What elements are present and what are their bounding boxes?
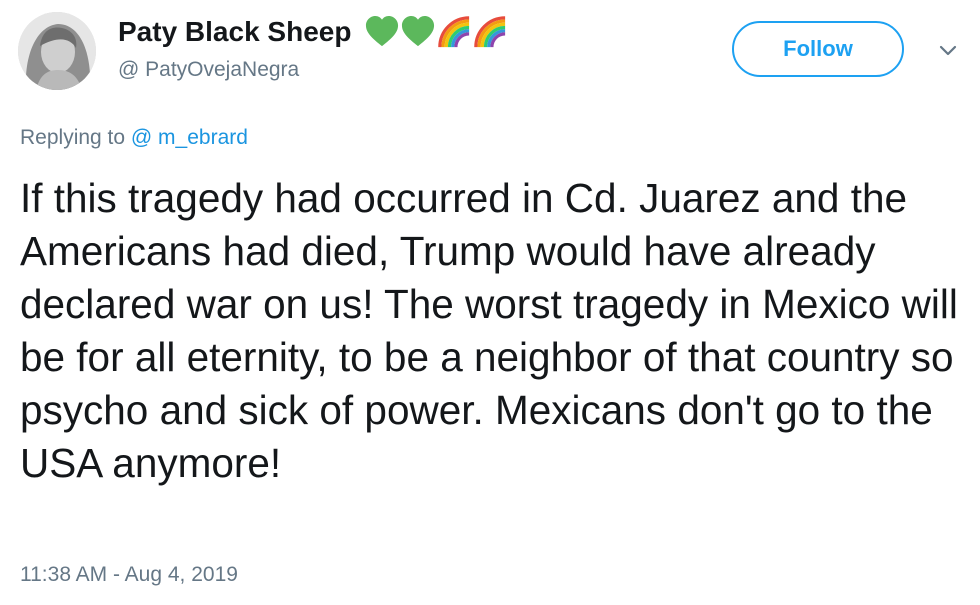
green-heart-icon [366, 15, 399, 46]
avatar-portrait-icon [18, 12, 96, 90]
chevron-down-icon[interactable] [936, 38, 960, 62]
follow-button[interactable]: Follow [732, 21, 904, 77]
rainbow-icon [438, 15, 470, 47]
replying-to-label: Replying to [20, 126, 126, 149]
replying-to-line: Replying to @ m_ebrard [20, 124, 248, 152]
tweet-timestamp[interactable]: 11:38 AM - Aug 4, 2019 [20, 561, 238, 589]
author-emoji-row [365, 15, 507, 49]
author-name-text: Paty Black Sheep [118, 16, 352, 47]
author-display-name[interactable]: Paty Black Sheep [118, 14, 507, 51]
rainbow-icon [474, 15, 506, 47]
tweet-text: If this tragedy had occurred in Cd. Juar… [20, 175, 958, 486]
green-heart-icon [402, 15, 435, 46]
author-handle[interactable]: @ PatyOvejaNegra [118, 56, 299, 84]
replying-to-mention-link[interactable]: @ m_ebrard [131, 126, 248, 149]
avatar[interactable] [18, 12, 96, 90]
